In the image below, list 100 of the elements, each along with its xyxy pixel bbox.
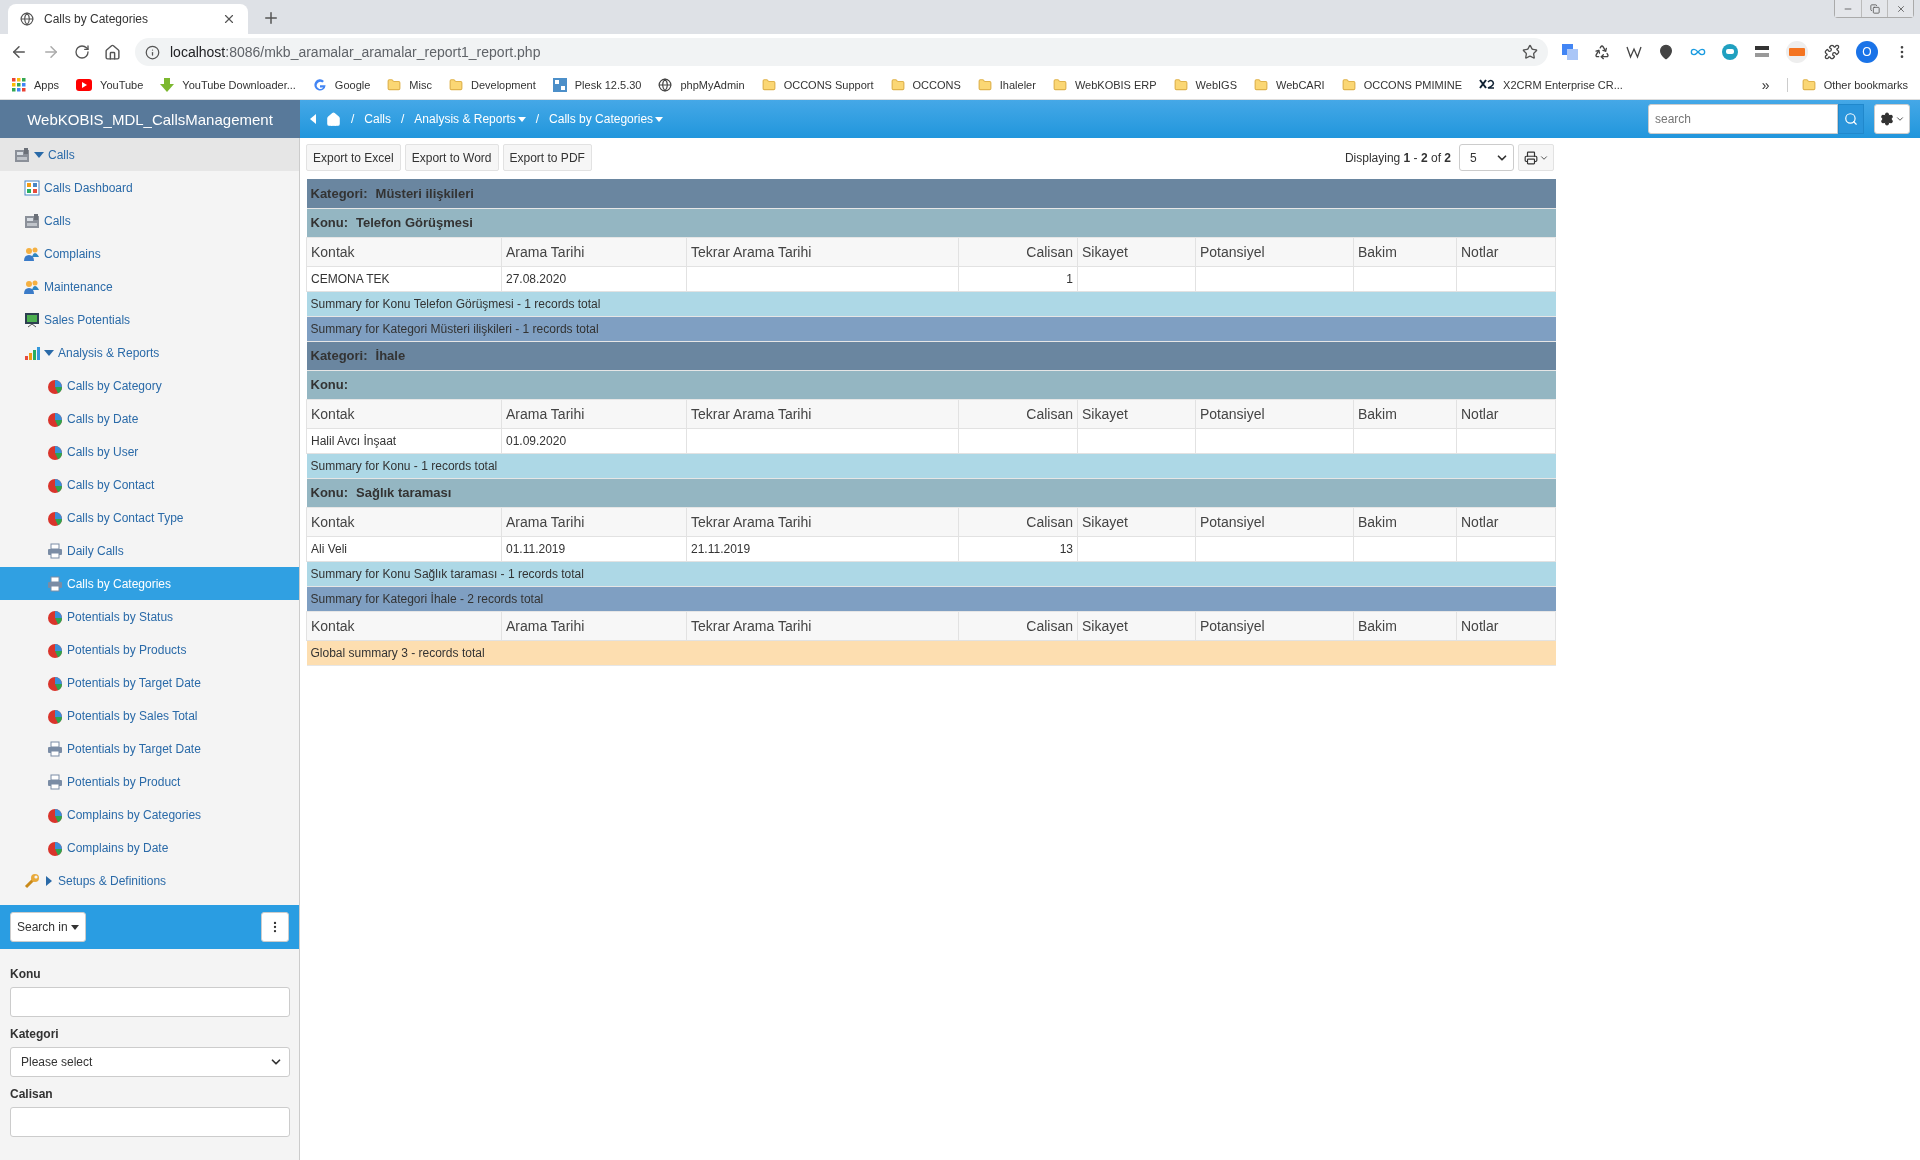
bookmark[interactable]: WebKOBIS ERP — [1052, 77, 1157, 92]
reload-button[interactable] — [74, 44, 90, 60]
bookmark[interactable]: Ihaleler — [977, 77, 1036, 92]
sidebar-item[interactable]: Daily Calls — [0, 534, 299, 567]
bookmark[interactable]: YouTube Downloader... — [160, 77, 296, 92]
sidebar-item[interactable]: Potentials by Products — [0, 633, 299, 666]
pie-chart-icon — [47, 608, 63, 625]
expanded-triangle-icon[interactable] — [44, 347, 54, 358]
column-header: Sikayet — [1077, 237, 1196, 266]
profile-avatar[interactable]: O — [1856, 41, 1878, 63]
new-tab-button[interactable] — [262, 9, 280, 27]
page-size-select[interactable]: 5 — [1459, 144, 1514, 171]
bookmark[interactable]: OCCONS PMIMINE — [1341, 77, 1463, 92]
back-triangle-icon[interactable] — [310, 114, 316, 124]
sidebar-item[interactable]: Complains by Date — [0, 831, 299, 864]
recycle-icon[interactable] — [1594, 44, 1610, 60]
browser-tab[interactable]: Calls by Categories — [8, 4, 248, 34]
bookmark[interactable]: phpMyAdmin — [658, 77, 745, 92]
sidebar-item[interactable]: Potentials by Target Date — [0, 732, 299, 765]
sidebar-item[interactable]: Calls by Contact Type — [0, 501, 299, 534]
print-button[interactable] — [1518, 144, 1554, 171]
breadcrumb-link[interactable]: Calls by Categories — [549, 112, 664, 126]
search-field[interactable]: search — [1648, 104, 1838, 134]
bookmark[interactable]: Misc — [387, 77, 432, 92]
group-value: Sağlık taraması — [356, 485, 452, 500]
home-icon[interactable] — [326, 111, 341, 127]
bookmark[interactable]: WebCARI — [1253, 77, 1325, 92]
column-header: Arama Tarihi — [501, 611, 687, 640]
column-header: Arama Tarihi — [501, 237, 687, 266]
close-window-button[interactable] — [1887, 0, 1913, 17]
sidebar-item[interactable]: Calls — [0, 138, 299, 171]
caret-icon — [655, 116, 664, 122]
sidebar-item[interactable]: Calls by Category — [0, 369, 299, 402]
dashboard-grid-icon — [24, 179, 40, 196]
export-button[interactable]: Export to Word — [404, 144, 499, 171]
summary-row: Summary for Kategori Müsteri ilişkileri - 1 records total — [306, 316, 1556, 341]
sidebar-item[interactable]: Complains by Categories — [0, 798, 299, 831]
map-pin-icon[interactable] — [1658, 44, 1674, 60]
back-button[interactable] — [10, 43, 28, 61]
extensions-icon[interactable] — [1824, 44, 1840, 60]
sidebar-item[interactable]: Maintenance — [0, 270, 299, 303]
export-button[interactable]: Export to PDF — [502, 144, 592, 171]
reload-icon — [74, 44, 90, 60]
sidebar-item[interactable]: Calls by Date — [0, 402, 299, 435]
collapsed-triangle-icon[interactable] — [44, 875, 54, 886]
bookmark[interactable]: Other bookmarks — [1786, 77, 1908, 92]
search-button[interactable] — [1838, 104, 1864, 134]
close-tab-button[interactable] — [222, 12, 236, 26]
bookmark[interactable]: YouTube — [76, 78, 144, 91]
translate-icon[interactable] — [1562, 44, 1578, 60]
printer-icon — [1523, 150, 1538, 165]
column-header: Notlar — [1456, 237, 1556, 266]
pie-chart-icon — [47, 641, 63, 658]
summary-row: Summary for Konu Telefon Görüşmesi - 1 records total — [306, 291, 1556, 316]
people-icon — [24, 245, 40, 262]
sidebar-item[interactable]: Potentials by Sales Total — [0, 699, 299, 732]
sidebar-item[interactable]: Potentials by Product — [0, 765, 299, 798]
bookmark[interactable]: OCCONS Support — [761, 77, 874, 92]
folder-icon — [1341, 77, 1356, 92]
group-label: Konu: — [310, 485, 349, 500]
sidebar-item[interactable]: Setups & Definitions — [0, 864, 299, 897]
sidebar-item[interactable]: Potentials by Status — [0, 600, 299, 633]
breadcrumb-link[interactable]: Calls — [364, 112, 391, 126]
input-field[interactable] — [10, 1107, 290, 1137]
sidebar-item[interactable]: Calls by User — [0, 435, 299, 468]
bookmark[interactable]: Apps — [12, 77, 60, 92]
select-field[interactable]: Please select — [10, 1047, 290, 1077]
breadcrumb-link[interactable]: Analysis & Reports — [414, 112, 526, 126]
app-title: WebKOBIS_MDL_CallsManagement — [0, 100, 300, 138]
bookmark[interactable]: X2CRM Enterprise CR... — [1479, 78, 1623, 91]
sidebar-item[interactable]: Complains — [0, 237, 299, 270]
expanded-triangle-icon[interactable] — [34, 149, 44, 160]
folder-icon — [1173, 77, 1188, 92]
search-in-button[interactable]: Search in — [10, 912, 86, 942]
bookmark[interactable]: Development — [448, 77, 536, 92]
pie-chart-icon — [47, 509, 63, 526]
input-field[interactable] — [10, 987, 290, 1017]
bookmark[interactable]: OCCONS — [890, 77, 961, 92]
bookmark[interactable]: Google — [312, 77, 371, 92]
sidebar-item[interactable]: Potentials by Target Date — [0, 666, 299, 699]
bookmark-star-icon[interactable] — [1522, 44, 1538, 60]
bookmark[interactable]: WebIGS — [1173, 77, 1237, 92]
sidebar-item[interactable]: Calls by Categories — [0, 567, 299, 600]
bookmarks-overflow[interactable]: » — [1761, 76, 1770, 93]
restore-button[interactable] — [1861, 0, 1887, 17]
column-header: Bakim — [1353, 611, 1457, 640]
bookmark[interactable]: Plesk 12.5.30 — [552, 77, 642, 92]
sidebar-item[interactable]: Analysis & Reports — [0, 336, 299, 369]
sidebar-item[interactable]: Calls Dashboard — [0, 171, 299, 204]
w-letter-icon[interactable] — [1626, 44, 1642, 60]
address-bar[interactable]: localhost:8086/mkb_aramalar_aramalar_report1_report.php — [135, 38, 1548, 66]
sidebar-item[interactable]: Sales Potentials — [0, 303, 299, 336]
folder-icon — [448, 77, 463, 92]
settings-button[interactable] — [1874, 104, 1910, 134]
pie-chart-icon — [47, 476, 63, 493]
home-button[interactable] — [104, 43, 121, 61]
sidebar-item[interactable]: Calls by Contact — [0, 468, 299, 501]
breadcrumb-separator: / — [351, 112, 355, 126]
sidebar-item[interactable]: Calls — [0, 204, 299, 237]
export-button[interactable]: Export to Excel — [306, 144, 401, 171]
